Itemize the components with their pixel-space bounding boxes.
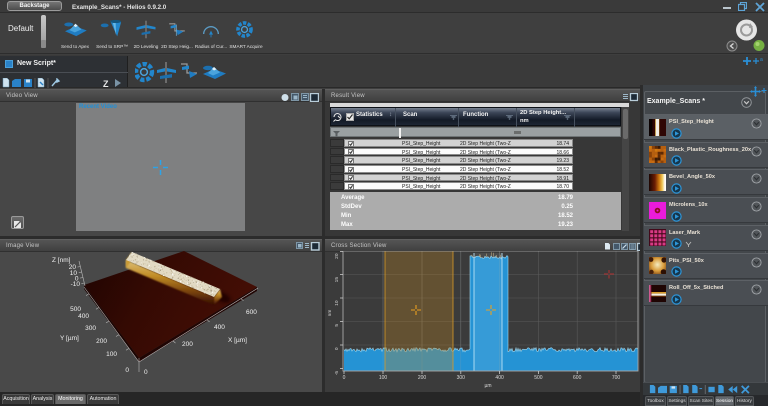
svg-text:0: 0 (144, 369, 148, 376)
svg-text:0: 0 (334, 347, 340, 350)
svg-text:300: 300 (85, 325, 96, 332)
svg-text:600: 600 (246, 309, 257, 316)
svg-text:500: 500 (70, 306, 81, 313)
svg-text:400: 400 (214, 324, 225, 331)
svg-text:200: 200 (418, 375, 427, 381)
svg-text:20: 20 (334, 253, 340, 259)
svg-text:200: 200 (96, 338, 107, 345)
svg-text:-5: -5 (334, 371, 340, 376)
svg-text:100: 100 (106, 351, 117, 358)
svg-text:600: 600 (573, 375, 582, 381)
svg-text:0: 0 (343, 375, 346, 381)
svg-text:0: 0 (125, 367, 129, 374)
svg-text:100: 100 (379, 375, 388, 381)
svg-text:400: 400 (78, 313, 89, 320)
svg-text:X [µm]: X [µm] (228, 337, 247, 344)
svg-text:Z [nm]: Z [nm] (52, 257, 71, 264)
svg-text:700: 700 (612, 375, 621, 381)
svg-text:400: 400 (495, 375, 504, 381)
svg-text:5: 5 (334, 324, 340, 327)
svg-text:500: 500 (534, 375, 543, 381)
svg-text:200: 200 (182, 341, 193, 348)
svg-text:15: 15 (334, 277, 340, 283)
svg-text:a: a (760, 57, 763, 63)
svg-text:Y [µm]: Y [µm] (60, 335, 79, 342)
svg-text:10: 10 (334, 300, 340, 306)
svg-text:-10: -10 (71, 281, 81, 288)
svg-text:µm: µm (484, 383, 491, 389)
svg-text:300: 300 (457, 375, 466, 381)
svg-text:nm: nm (328, 310, 333, 317)
svg-text:Z: Z (103, 79, 109, 88)
